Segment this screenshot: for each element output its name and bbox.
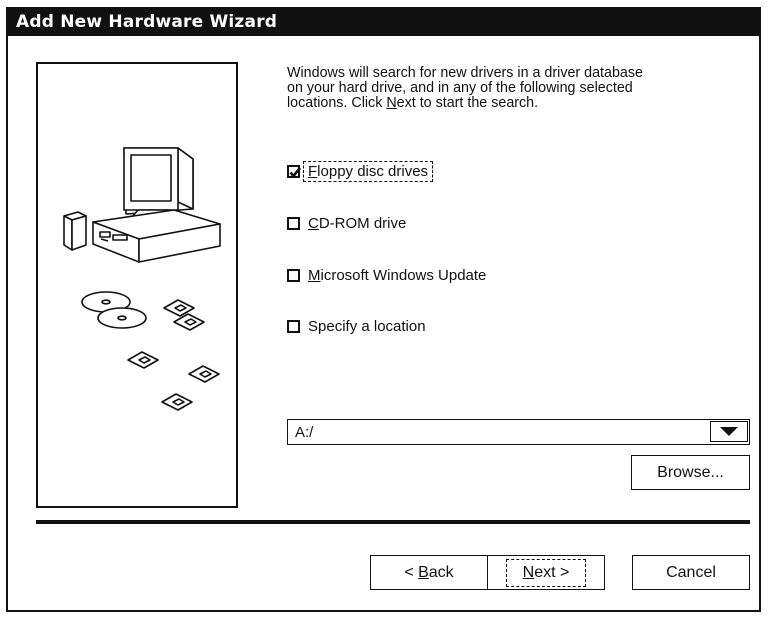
back-button[interactable]: < Back <box>370 555 488 590</box>
cancel-button-label: Cancel <box>666 563 716 581</box>
intro-text: Windows will search for new drivers in a… <box>287 66 757 111</box>
cd-discs-icon <box>81 291 147 329</box>
intro-line: on your hard drive, and in any of the fo… <box>287 80 633 96</box>
windows-update-option[interactable]: Microsoft Windows Update <box>287 265 486 285</box>
computer-icon <box>63 147 221 263</box>
location-dropdown-button[interactable] <box>710 421 748 442</box>
specify-location-option-label: Specify a location <box>308 317 426 335</box>
browse-button[interactable]: Browse... <box>631 455 750 490</box>
wizard-window: Add New Hardware Wizard Windows will sea… <box>6 7 761 612</box>
windows-update-option-label: Microsoft Windows Update <box>308 266 487 284</box>
floppy-disc-drives-option[interactable]: Floppy disc drives <box>287 160 434 182</box>
location-combobox[interactable]: A:/ <box>287 419 750 445</box>
intro-line: Windows will search for new drivers in a… <box>287 65 643 81</box>
title-bar[interactable]: Add New Hardware Wizard <box>8 9 759 36</box>
windows-update-checkbox[interactable] <box>287 268 300 282</box>
floppy-checkbox[interactable] <box>287 164 302 178</box>
floppy-option-label: Floppy disc drives <box>303 160 434 182</box>
back-button-label: < Back <box>404 563 454 581</box>
next-button[interactable]: Next > <box>487 555 605 590</box>
cancel-button[interactable]: Cancel <box>632 555 750 590</box>
separator <box>36 520 750 524</box>
cd-rom-checkbox[interactable] <box>287 216 300 230</box>
window-title: Add New Hardware Wizard <box>16 12 278 32</box>
wizard-illustration <box>36 62 238 508</box>
checkmark-icon <box>289 166 302 178</box>
down-triangle-icon <box>720 427 738 436</box>
intro-line: locations. Click Next to start the searc… <box>287 95 539 111</box>
cd-rom-drive-option[interactable]: CD-ROM drive <box>287 213 406 233</box>
location-value: A:/ <box>295 424 314 441</box>
next-button-label: Next > <box>505 558 587 587</box>
specify-location-checkbox[interactable] <box>287 319 300 333</box>
cd-rom-option-label: CD-ROM drive <box>308 214 407 232</box>
specify-location-option[interactable]: Specify a location <box>287 316 426 336</box>
browse-button-label: Browse... <box>657 463 724 481</box>
